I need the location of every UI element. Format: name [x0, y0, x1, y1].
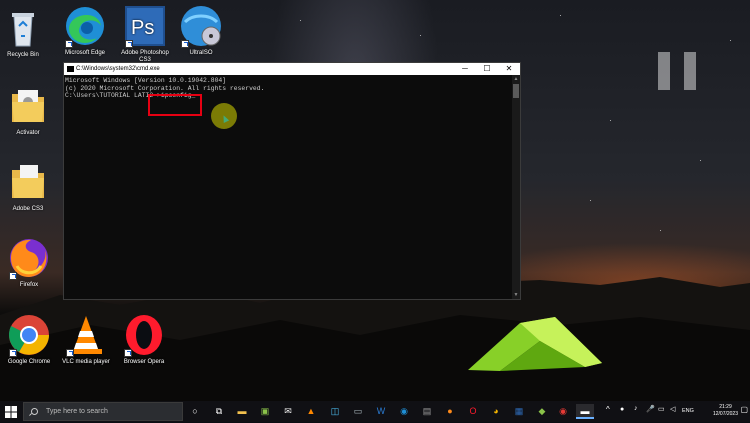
photoshop-taskbar-icon[interactable]: ▦	[512, 404, 526, 419]
maximize-button[interactable]: ☐	[476, 63, 498, 75]
microphone-icon[interactable]: 🎤	[646, 405, 655, 413]
close-button[interactable]: ✕	[498, 63, 520, 75]
tray-chevron-up-icon[interactable]: ^	[606, 405, 610, 414]
edge-taskbar-icon[interactable]: ◉	[397, 404, 411, 419]
cmd-window[interactable]: C:\Windows\system32\cmd.exe ─ ☐ ✕ Micros…	[63, 62, 521, 300]
settings-app-icon[interactable]: ▤	[420, 404, 434, 419]
desktop-icon-recycle-bin[interactable]: Recycle Bin	[0, 6, 52, 59]
vlc-icon	[64, 313, 108, 357]
video-pause-icon[interactable]	[658, 52, 698, 90]
folder-icon	[6, 84, 50, 128]
monitor-app-icon[interactable]: ▭	[351, 404, 365, 419]
tray-app-icon[interactable]: ♪	[634, 405, 638, 412]
cmd-prompt-line[interactable]: C:\Users\TUTORIAL LATI2 >ipconfig_	[65, 92, 511, 100]
taskbar: Type here to search ○ ⧉ ▬ ▣ ✉ ▲ ◫ ▭ W ◉ …	[0, 401, 750, 422]
cmd-taskbar-icon[interactable]: ▬	[576, 404, 594, 419]
svg-text:Ps: Ps	[131, 17, 154, 39]
file-explorer-icon[interactable]: ▬	[235, 404, 249, 419]
task-view-icon[interactable]: ⧉	[212, 404, 226, 419]
chrome-taskbar-icon[interactable]: ◕	[489, 404, 503, 419]
tray-app-icon[interactable]: ●	[620, 406, 624, 413]
start-button[interactable]	[4, 404, 18, 419]
app-taskbar-icon[interactable]: ◆	[535, 404, 549, 419]
word-icon[interactable]: W	[374, 404, 388, 419]
chrome-icon	[7, 313, 51, 357]
desktop-icon-firefox[interactable]: Firefox	[0, 236, 58, 289]
desktop-icon-google-chrome[interactable]: Google Chrome	[0, 313, 58, 366]
minimize-button[interactable]: ─	[454, 63, 476, 75]
tray-network-icon[interactable]: ▭	[658, 405, 665, 413]
scroll-down-icon[interactable]: ▼	[512, 291, 520, 299]
mail-icon[interactable]: ✉	[281, 404, 295, 419]
command-highlight-box	[148, 94, 202, 116]
taskbar-clock[interactable]: 21:29 12/07/2023	[713, 404, 738, 418]
opera-icon	[122, 313, 166, 357]
firefox-taskbar-icon[interactable]: ●	[443, 404, 457, 419]
cmd-titlebar[interactable]: C:\Windows\system32\cmd.exe ─ ☐ ✕	[64, 63, 520, 75]
edge-icon	[63, 4, 107, 48]
scroll-up-icon[interactable]: ▲	[512, 75, 520, 83]
network-app-icon[interactable]: ◫	[328, 404, 342, 419]
cmd-app-icon	[67, 66, 74, 72]
windows-logo-icon	[5, 406, 17, 418]
cmd-scrollbar[interactable]: ▲ ▼	[512, 75, 520, 299]
desktop-icon-activator[interactable]: Activator	[0, 84, 57, 137]
recycle-bin-icon	[1, 6, 45, 50]
desktop-icon-microsoft-edge[interactable]: Microsoft Edge	[56, 4, 114, 57]
record-icon[interactable]: ◉	[556, 404, 570, 419]
language-indicator[interactable]: ENG	[682, 408, 694, 414]
desktop-icon-photoshop[interactable]: Ps Adobe Photoshop CS3	[116, 4, 174, 64]
cmd-title: C:\Windows\system32\cmd.exe	[76, 66, 160, 72]
opera-taskbar-icon[interactable]: O	[466, 404, 480, 419]
vlc-taskbar-icon[interactable]: ▲	[304, 404, 318, 419]
desktop-icon-vlc[interactable]: VLC media player	[57, 313, 115, 366]
folder-icon	[6, 160, 50, 204]
notification-icon[interactable]: ▢	[740, 405, 748, 414]
desktop-icon-adobe-cs3[interactable]: Adobe CS3	[0, 160, 57, 213]
cmd-line: (c) 2020 Microsoft Corporation. All righ…	[65, 84, 265, 92]
system-tray: ^ ● ♪ 🎤 ▭ ◁ ENG 21:29 12/07/2023 ▢	[600, 401, 750, 422]
scroll-thumb[interactable]	[513, 84, 519, 98]
volume-icon[interactable]: ◁	[670, 405, 675, 413]
store-icon[interactable]: ▣	[258, 404, 272, 419]
desktop-icon-ultraiso[interactable]: UltraISO	[172, 4, 230, 57]
cmd-output[interactable]: Microsoft Windows [Version 10.0.19042.80…	[64, 75, 512, 299]
desktop-icon-opera[interactable]: Browser Opera	[115, 313, 173, 366]
search-icon	[31, 408, 38, 415]
ultraiso-icon	[179, 4, 223, 48]
cortana-icon[interactable]: ○	[188, 404, 202, 419]
cmd-line: Microsoft Windows [Version 10.0.19042.80…	[65, 77, 227, 84]
photoshop-icon: Ps	[123, 4, 167, 48]
firefox-icon	[7, 236, 51, 280]
taskbar-search-input[interactable]: Type here to search	[23, 402, 183, 421]
